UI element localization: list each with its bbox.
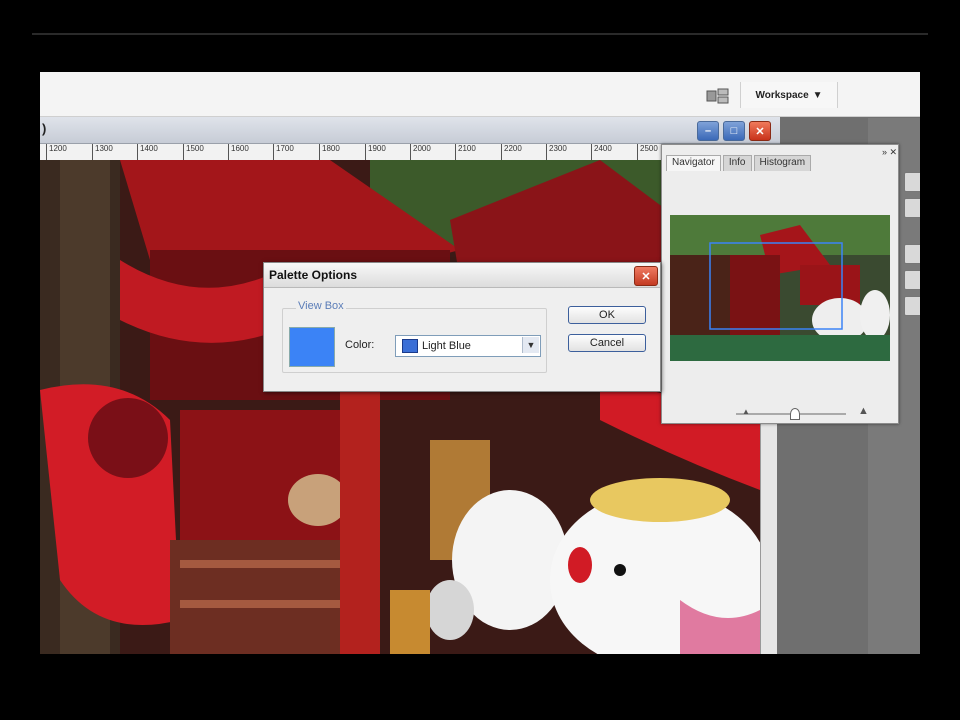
stamp-tool-icon[interactable] [904,244,920,264]
chevron-down-icon: ▼ [812,89,823,101]
ruler-tick: 2000 [410,144,431,160]
navigator-panel: » ✕ Navigator Info Histogram ▲ ▲ [661,144,899,424]
maximize-button[interactable]: □ [723,121,745,141]
ruler-tick: 1200 [46,144,67,160]
ruler-tick: 1500 [183,144,204,160]
document-title-bar[interactable]: ) – □ ✕ [40,117,780,144]
shrine-photo-image [40,160,760,654]
ruler-tick: 2100 [455,144,476,160]
cancel-button[interactable]: Cancel [568,334,646,352]
zoom-slider-knob[interactable] [790,408,800,420]
tab-info[interactable]: Info [722,155,752,171]
dialog-close-button[interactable]: ✕ [634,266,658,286]
panel-menu-close-icon[interactable]: » ✕ [882,147,897,158]
ruler-tick: 2300 [546,144,567,160]
tab-histogram[interactable]: Histogram [753,155,812,171]
ruler-tick: 1700 [273,144,294,160]
workspace-label: Workspace [755,89,809,101]
ruler-tick: 2500 [637,144,658,160]
color-select[interactable]: Light Blue ▼ [395,335,541,357]
options-bar: Workspace ▼ [40,72,920,117]
workspace-button[interactable]: Workspace ▼ [740,82,838,108]
close-window-button[interactable]: ✕ [749,121,771,141]
ruler-tick: 2200 [501,144,522,160]
document-canvas-photo[interactable] [40,160,760,654]
ruler-tick: 2400 [591,144,612,160]
color-swatch-preview [289,327,335,367]
color-label: Color: [345,339,375,351]
ok-button[interactable]: OK [568,306,646,324]
hand-tool-icon[interactable] [904,172,920,192]
brush-tool-icon[interactable] [904,198,920,218]
document-title: ) [42,121,47,136]
navigator-thumbnail[interactable] [670,215,890,361]
tab-navigator[interactable]: Navigator [666,155,721,171]
ruler-tick: 1400 [137,144,158,160]
palette-options-dialog: Palette Options ✕ View Box Color: Light … [263,262,661,392]
navigator-tab-bar: Navigator Info Histogram [666,155,813,171]
zoom-out-icon[interactable]: ▲ [742,407,750,416]
ruler-tick: 1900 [365,144,386,160]
bucket-tool-icon[interactable] [904,296,920,316]
photoshop-screen: Workspace ▼ ) – □ ✕ 1200 1300 1400 1500 … [40,72,920,654]
dialog-title: Palette Options [269,268,358,282]
ruler-tick: 1600 [228,144,249,160]
workspace-layout-icon[interactable] [706,88,730,104]
ruler-tick: 1300 [92,144,113,160]
color-chip [402,339,418,353]
view-box-group-label: View Box [296,300,346,312]
navigator-preview-image [670,215,890,361]
top-divider [32,33,928,35]
zoom-in-icon[interactable]: ▲ [858,405,869,417]
ruler-tick: 1800 [319,144,340,160]
color-select-value: Light Blue [422,340,471,352]
eraser-tool-icon[interactable] [904,270,920,290]
minimize-button[interactable]: – [697,121,719,141]
chevron-down-icon[interactable]: ▼ [522,337,539,353]
dialog-title-bar[interactable]: Palette Options ✕ [264,263,660,288]
